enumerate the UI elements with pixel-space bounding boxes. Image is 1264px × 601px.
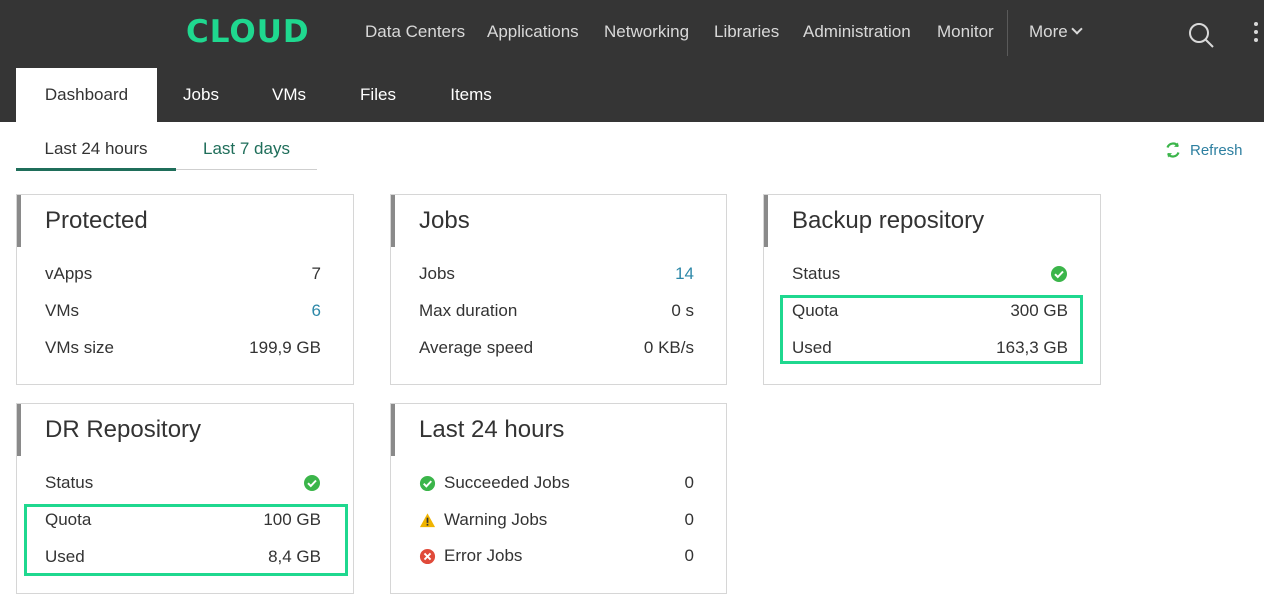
range-tab-baseline <box>176 169 317 170</box>
row-status: Status <box>792 262 1068 286</box>
row-value: 199,9 GB <box>249 338 321 357</box>
top-bar: CLOUD Data Centers Applications Networki… <box>0 0 1264 122</box>
chevron-down-icon <box>1071 23 1083 35</box>
card-jobs: Jobs Jobs 14 Max duration 0 s Average sp… <box>390 194 727 385</box>
tab-items[interactable]: Items <box>440 68 502 122</box>
nav-libraries[interactable]: Libraries <box>714 22 779 44</box>
row-label: Average speed <box>419 338 534 357</box>
row-label: Status <box>792 264 841 283</box>
search-icon[interactable] <box>1188 22 1214 48</box>
nav-administration[interactable]: Administration <box>803 22 911 44</box>
card-dr-repository: DR Repository Status Quota 100 GB Used 8… <box>16 403 354 594</box>
card-title: Jobs <box>391 195 726 247</box>
card-title: Backup repository <box>764 195 1100 247</box>
row-vms-size: VMs size 199,9 GB <box>45 336 321 360</box>
tab-vms[interactable]: VMs <box>260 68 318 122</box>
highlight-box <box>780 295 1083 364</box>
app-logo[interactable]: CLOUD <box>186 14 310 50</box>
error-icon <box>419 548 436 564</box>
row-value: 0 <box>684 473 694 492</box>
row-warning-jobs: Warning Jobs 0 <box>419 508 694 532</box>
nav-data-centers[interactable]: Data Centers <box>365 22 465 44</box>
row-label: Status <box>45 473 94 492</box>
refresh-label: Refresh <box>1190 141 1243 159</box>
card-title: Last 24 hours <box>391 404 726 456</box>
nav-networking[interactable]: Networking <box>604 22 689 44</box>
status-ok-icon <box>1050 265 1068 290</box>
row-label: VMs <box>45 301 79 320</box>
card-title: Protected <box>17 195 353 247</box>
row-label: VMs size <box>45 338 114 357</box>
nav-more-label: More <box>1029 22 1068 41</box>
card-title: DR Repository <box>17 404 353 456</box>
row-label: Jobs <box>419 264 455 283</box>
row-value: 0 <box>684 510 694 529</box>
row-error-jobs: Error Jobs 0 <box>419 544 694 568</box>
row-vms: VMs 6 <box>45 299 321 323</box>
jobs-count-link[interactable]: 14 <box>675 262 694 286</box>
row-label: Warning Jobs <box>444 510 548 529</box>
row-label: vApps <box>45 264 93 283</box>
row-max-duration: Max duration 0 s <box>419 299 694 323</box>
row-label: Max duration <box>419 301 518 320</box>
nav-divider <box>1007 10 1008 56</box>
row-succeeded-jobs: Succeeded Jobs 0 <box>419 471 694 495</box>
highlight-box <box>24 504 348 576</box>
status-ok-icon <box>303 474 321 499</box>
success-icon <box>419 475 436 491</box>
tab-dashboard[interactable]: Dashboard <box>16 68 157 122</box>
row-vapps: vApps 7 <box>45 262 321 286</box>
range-tab-last-24-hours[interactable]: Last 24 hours <box>16 130 176 168</box>
nav-applications[interactable]: Applications <box>487 22 579 44</box>
refresh-icon <box>1166 142 1180 158</box>
row-value: 7 <box>311 264 321 283</box>
row-jobs: Jobs 14 <box>419 262 694 286</box>
card-protected: Protected vApps 7 VMs 6 VMs size 199,9 G… <box>16 194 354 385</box>
row-average-speed: Average speed 0 KB/s <box>419 336 694 360</box>
more-options-icon[interactable] <box>1252 22 1260 46</box>
row-label: Error Jobs <box>444 546 523 565</box>
nav-monitor[interactable]: Monitor <box>937 22 994 44</box>
row-status: Status <box>45 471 321 495</box>
tab-files[interactable]: Files <box>350 68 406 122</box>
row-value: 0 s <box>671 301 694 320</box>
row-value: 0 KB/s <box>643 338 694 357</box>
range-tab-last-7-days[interactable]: Last 7 days <box>176 130 317 168</box>
range-tab-indicator <box>16 168 176 171</box>
warning-icon <box>419 512 436 527</box>
row-value: 0 <box>684 546 694 565</box>
nav-more[interactable]: More <box>1029 22 1083 44</box>
row-label: Succeeded Jobs <box>444 473 570 492</box>
card-backup-repository: Backup repository Status Quota 300 GB Us… <box>763 194 1101 385</box>
vms-count-link[interactable]: 6 <box>312 299 321 323</box>
refresh-button[interactable]: Refresh <box>1164 141 1243 159</box>
card-last-24-hours: Last 24 hours Succeeded Jobs 0 Warning J… <box>390 403 727 594</box>
tab-jobs[interactable]: Jobs <box>172 68 230 122</box>
